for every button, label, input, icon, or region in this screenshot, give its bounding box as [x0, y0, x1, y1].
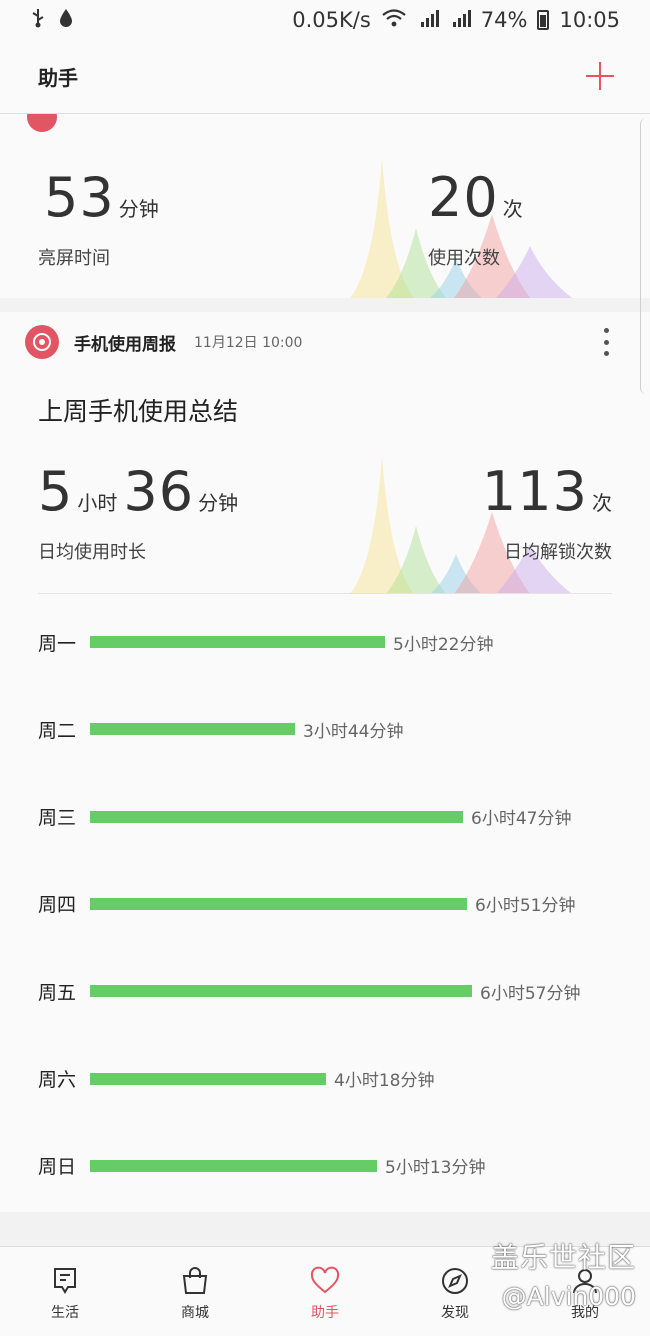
unlocks-value: 113 [481, 460, 588, 523]
uses-value: 20 [428, 166, 499, 229]
report-icon [25, 325, 59, 359]
day-bar-row: 周四 6小时51分钟 [38, 889, 575, 919]
day-label: 周一 [38, 632, 77, 655]
summary-title: 上周手机使用总结 [38, 397, 239, 426]
nav-label: 发现 [441, 1305, 469, 1321]
avg-hours-unit: 小时 [77, 491, 118, 515]
heart-icon [310, 1266, 340, 1294]
nav-item-store[interactable]: 商城 [130, 1247, 260, 1336]
unlocks-stat: 113 次 [482, 460, 612, 523]
nav-label: 助手 [311, 1305, 339, 1321]
life-icon [54, 1268, 76, 1294]
add-button[interactable] [586, 62, 614, 90]
avg-hours-value: 5 [38, 460, 74, 523]
signal-3g-icon [417, 8, 439, 33]
status-bar: 0.05K/s 74% 10:05 [0, 0, 650, 40]
day-label: 周五 [38, 981, 77, 1004]
day-bar-row: 周五 6小时57分钟 [38, 976, 580, 1006]
weekly-report-card[interactable]: 手机使用周报 11月12日 10:00 上周手机使用总结 5 小时 36 分钟 … [0, 312, 650, 1212]
shopping-bag-icon [182, 1267, 208, 1294]
usage-value: 3小时44分钟 [303, 721, 404, 742]
watermark-line1: 盖乐世社区 [490, 1241, 636, 1274]
screen-time-label: 亮屏时间 [38, 248, 110, 269]
day-label: 周三 [38, 807, 77, 830]
usage-value: 4小时18分钟 [334, 1071, 435, 1091]
uses-unit: 次 [502, 197, 523, 221]
network-speed: 0.05K/s [292, 8, 371, 32]
today-usage-card[interactable]: 53 分钟 亮屏时间 20 次 使用次数 [0, 114, 650, 298]
usage-bar [90, 636, 385, 648]
wifi-icon [381, 8, 407, 33]
card-header: 手机使用周报 11月12日 10:00 [25, 325, 302, 359]
card-timestamp: 11月12日 10:00 [194, 335, 303, 351]
usb-icon [30, 8, 46, 33]
unlocks-label: 日均解锁次数 [504, 542, 612, 563]
watermark-line2: @Alvin000 [501, 1282, 636, 1311]
avg-usage-label: 日均使用时长 [38, 542, 146, 563]
usage-value: 6小时57分钟 [480, 983, 581, 1004]
screen-time-value: 53 [44, 166, 115, 229]
watermark: 盖乐世社区 @Alvin000 [491, 1236, 636, 1311]
edge-panel-handle[interactable] [640, 118, 650, 394]
usage-bar [90, 723, 295, 736]
usage-bar [90, 897, 467, 910]
day-bar-row: 周日 5小时13分钟 [38, 1151, 485, 1181]
day-bar-row: 周一 5小时22分钟 [38, 627, 493, 657]
clock: 10:05 [559, 8, 620, 32]
usage-value: 5小时13分钟 [385, 1158, 486, 1179]
nav-item-assistant[interactable]: 助手 [260, 1247, 390, 1336]
usage-bar [90, 985, 472, 998]
nav-label: 商城 [181, 1305, 209, 1321]
usage-bar [90, 810, 463, 823]
nav-label: 生活 [51, 1305, 79, 1321]
divider [38, 593, 612, 594]
screen-time-stat: 53 分钟 [44, 166, 159, 229]
day-label: 周六 [38, 1069, 77, 1091]
nav-item-life[interactable]: 生活 [0, 1247, 130, 1336]
more-options-icon[interactable] [602, 328, 610, 356]
avg-minutes-value: 36 [123, 460, 195, 523]
compass-icon [442, 1268, 468, 1294]
day-bar-row: 周三 6小时47分钟 [38, 802, 571, 832]
page-title: 助手 [38, 66, 78, 90]
screen-time-unit: 分钟 [118, 197, 159, 221]
usage-bar [90, 1159, 377, 1172]
card-title: 手机使用周报 [74, 334, 176, 355]
battery-icon [537, 10, 550, 30]
day-label: 周二 [38, 719, 77, 742]
usage-value: 6小时51分钟 [475, 896, 576, 917]
battery-percent: 74% [480, 8, 528, 32]
usage-bar [90, 1072, 326, 1085]
day-label: 周四 [38, 894, 77, 917]
app-header: 助手 [0, 40, 650, 114]
uses-label: 使用次数 [428, 248, 500, 269]
avg-minutes-unit: 分钟 [198, 491, 239, 515]
signal-4g-icon [449, 8, 471, 33]
uses-stat: 20 次 [428, 166, 523, 229]
day-bar-row: 周六 4小时18分钟 [38, 1064, 434, 1094]
avg-usage-stat: 5 小时 36 分钟 [38, 460, 238, 523]
usage-icon [27, 114, 57, 132]
unlocks-unit: 次 [592, 491, 612, 515]
usage-value: 6小时47分钟 [471, 809, 572, 830]
drop-icon [58, 8, 74, 33]
day-bar-row: 周二 3小时44分钟 [38, 714, 403, 744]
usage-value: 5小时22分钟 [393, 634, 494, 655]
day-label: 周日 [38, 1156, 77, 1179]
